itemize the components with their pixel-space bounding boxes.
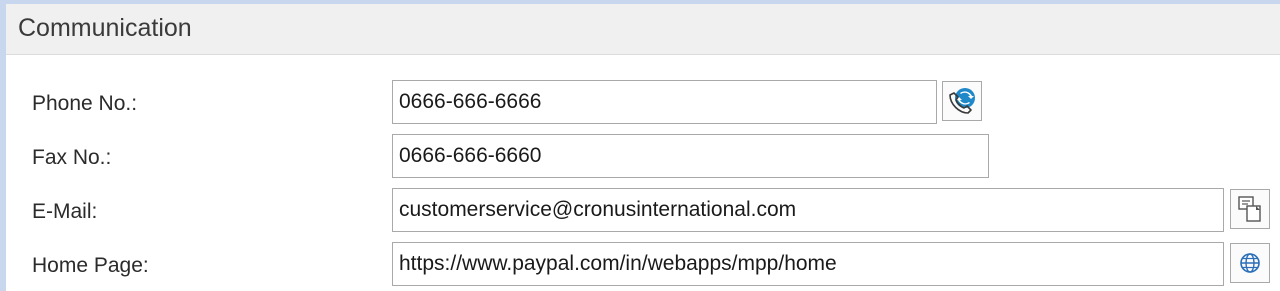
open-homepage-button[interactable] [1230, 243, 1270, 283]
fax-label: Fax No.: [32, 146, 112, 169]
phone-label: Phone No.: [32, 92, 138, 115]
section-header[interactable]: Communication [6, 4, 1280, 55]
fax-input[interactable] [392, 134, 989, 178]
email-label: E-Mail: [32, 200, 98, 223]
call-phone-button[interactable] [942, 81, 982, 121]
phone-input[interactable] [392, 80, 937, 124]
section-title: Communication [18, 14, 192, 42]
globe-icon [1238, 251, 1262, 275]
compose-email-icon [1236, 194, 1264, 224]
homepage-input[interactable] [392, 242, 1224, 286]
phone-call-icon [947, 86, 977, 116]
send-email-button[interactable] [1230, 189, 1270, 229]
communication-panel: Communication Phone No.: Fax No.: E-Mail… [0, 0, 1280, 291]
email-input[interactable] [392, 188, 1224, 232]
homepage-label: Home Page: [32, 254, 149, 277]
